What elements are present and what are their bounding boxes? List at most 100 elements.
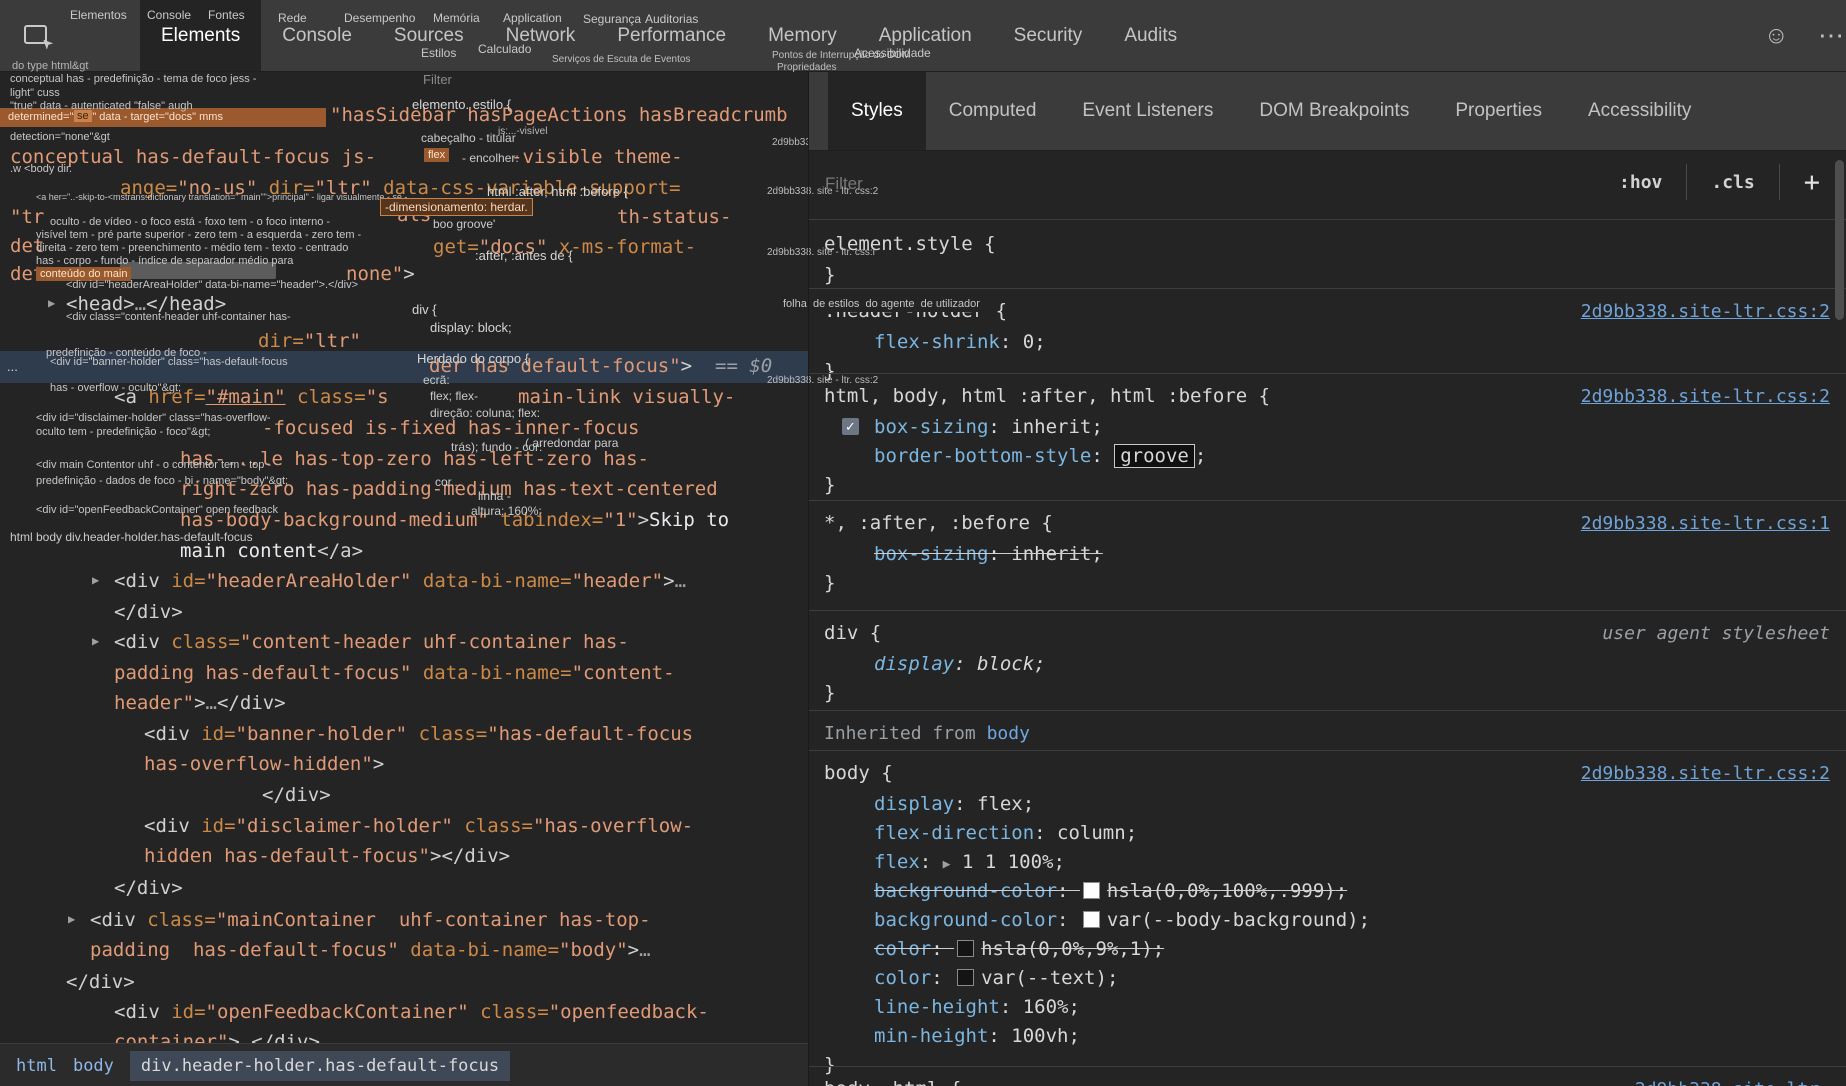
styles-filter-row: Filter :hov .cls +	[809, 150, 1846, 220]
translation-overlay-text: <div id="openFeedbackContainer" open fee…	[36, 504, 278, 516]
css-property[interactable]: min-height: 100vh;	[874, 1025, 1080, 1047]
dom-tree-node[interactable]: "hasSidebar hasPageActions hasBreadcrumb	[330, 104, 788, 126]
breadcrumb-item[interactable]: body	[73, 1056, 114, 1076]
dom-tree-node[interactable]: dir="ltr"	[258, 330, 361, 352]
styles-scrollbar[interactable]	[1835, 152, 1844, 1086]
stylesheet-link[interactable]: 2d9bb338.site-ltr.css:2	[1581, 763, 1830, 784]
translation-overlay-text: Segurança	[583, 12, 641, 26]
css-property[interactable]: flex-shrink: 0;	[874, 331, 1046, 353]
tab-dom-breakpoints[interactable]: DOM Breakpoints	[1236, 71, 1432, 150]
css-property[interactable]: box-sizing: inherit;	[874, 416, 1103, 438]
dom-tree-node[interactable]: padding has-default-focus" data-bi-name=…	[114, 662, 675, 684]
css-selector[interactable]: body {	[824, 762, 893, 784]
panel-divider[interactable]	[808, 71, 809, 1086]
stylesheet-link[interactable]: 2d9bb338.site-ltr.	[1635, 1079, 1830, 1086]
toolbar-divider	[1779, 164, 1780, 200]
dom-tree-node[interactable]: </div>	[114, 877, 183, 899]
stylesheet-link[interactable]: 2d9bb338.site-ltr.css:2	[1581, 301, 1830, 322]
dom-tree-node[interactable]: </div>	[114, 601, 183, 623]
text-segment: hidden has-default-focus"	[144, 845, 430, 867]
tab-accessibility[interactable]: Accessibility	[1565, 71, 1714, 150]
text-segment: :	[931, 938, 954, 960]
translation-overlay-text: flex; flex-	[430, 389, 478, 403]
dom-tree-node[interactable]: <div class="mainContainer uhf-container …	[90, 909, 651, 931]
translation-overlay-text: 2d9bb338. site - ltr. css:2	[767, 375, 878, 386]
dom-tree-node[interactable]: th-status-	[617, 206, 731, 228]
text-segment: ;	[1068, 1025, 1079, 1047]
translation-overlay-text: ▶	[92, 573, 99, 587]
css-property[interactable]: display: block;	[874, 653, 1046, 675]
translation-overlay-text: boo groove'	[433, 217, 495, 231]
breadcrumb-item[interactable]: html	[16, 1056, 57, 1076]
new-style-rule-button[interactable]: +	[1804, 167, 1820, 198]
dom-tree-node[interactable]: </div>	[262, 784, 331, 806]
text-segment: "ltr"	[304, 330, 361, 352]
feedback-icon[interactable]: ☺	[1764, 0, 1789, 71]
property-value-editor[interactable]: groove	[1114, 444, 1195, 468]
dom-tree-node[interactable]: main-link visually-	[518, 386, 735, 408]
breadcrumb-item[interactable]: div.header-holder.has-default-focus	[130, 1051, 510, 1081]
css-property[interactable]: flex: ▶ 1 1 100%;	[874, 851, 1065, 873]
translation-overlay-text: direção: coluna; flex:	[430, 406, 540, 420]
css-property[interactable]: display: flex;	[874, 793, 1034, 815]
dom-tree-node[interactable]: <div id="banner-holder" class="has-defau…	[144, 723, 693, 745]
dom-tree-node[interactable]: -visible theme-	[511, 146, 683, 168]
translation-overlay-text: linha -	[478, 489, 511, 503]
inherited-node-link[interactable]: body	[987, 723, 1030, 744]
text-segment: class=	[469, 1001, 549, 1023]
tab-properties[interactable]: Properties	[1432, 71, 1565, 150]
scrollbar-thumb[interactable]	[1835, 160, 1844, 320]
text-segment: background-color	[874, 909, 1057, 931]
inspect-element-button[interactable]: ➤	[22, 20, 54, 52]
dom-tree-node[interactable]: header">…</div>	[114, 692, 286, 714]
text-segment: <div	[114, 570, 171, 592]
stylesheet-link[interactable]: 2d9bb338.site-ltr.css:2	[1581, 386, 1830, 407]
breadcrumb-bar: html body div.header-holder.has-default-fo…	[0, 1043, 808, 1086]
section-separator	[809, 373, 1846, 374]
dom-tree-node[interactable]: <div id="disclaimer-holder" class="has-o…	[144, 815, 693, 837]
pseudo-class-toggle[interactable]: :hov	[1619, 172, 1662, 193]
translation-overlay-text: Serviços de Escuta de Eventos	[552, 54, 690, 65]
text-segment: }	[824, 682, 835, 704]
css-property[interactable]: line-height: 160%;	[874, 996, 1080, 1018]
css-property[interactable]: color: var(--text);	[874, 967, 1118, 989]
dom-tree-node[interactable]: has-overflow-hidden">	[144, 753, 384, 775]
text-segment: dir=	[258, 330, 304, 352]
tab-computed[interactable]: Computed	[926, 71, 1060, 150]
text-segment: class=	[453, 815, 533, 837]
property-enabled-checkbox[interactable]: ✓	[842, 418, 859, 435]
css-property[interactable]: border-bottom-style: groove;	[874, 445, 1206, 467]
dom-tree-node[interactable]: padding has-default-focus" data-bi-name=…	[90, 939, 651, 961]
css-property[interactable]: background-color: var(--body-background)…	[874, 909, 1370, 931]
css-property[interactable]: box-sizing: inherit;	[874, 543, 1103, 565]
dom-tree-node[interactable]: </div>	[66, 971, 135, 993]
css-selector[interactable]: *, :after, :before {	[824, 512, 1053, 534]
element-class-toggle[interactable]: .cls	[1711, 172, 1754, 193]
dom-tree-node[interactable]: <div id="headerAreaHolder" data-bi-name=…	[114, 570, 686, 592]
dom-tree-node[interactable]: <div class="content-header uhf-container…	[114, 631, 629, 653]
css-selector[interactable]: body, html {	[824, 1078, 961, 1086]
text-segment: has-overflow-hidden"	[144, 753, 373, 775]
text-segment: :	[931, 967, 954, 989]
text-segment: class=	[286, 386, 366, 408]
stylesheet-link[interactable]: 2d9bb338.site-ltr.css:1	[1581, 513, 1830, 534]
tab-event-listeners[interactable]: Event Listeners	[1059, 71, 1236, 150]
css-property[interactable]: background-color: hsla(0,0%,100%,.999);	[874, 880, 1347, 902]
css-property[interactable]: flex-direction: column;	[874, 822, 1137, 844]
translation-overlay-text: Application	[503, 11, 562, 25]
translation-overlay-text: display: block;	[430, 320, 512, 335]
dom-tree-node[interactable]: <div id="openFeedbackContainer" class="o…	[114, 1001, 709, 1023]
text-segment: >	[663, 570, 674, 592]
devtools-tab-security[interactable]: Security	[993, 0, 1104, 71]
translation-overlay-text: :after, :antes de {	[475, 248, 573, 263]
css-selector[interactable]: div {	[824, 622, 881, 644]
text-segment: …	[675, 570, 686, 592]
css-selector[interactable]: html, body, html :after, html :before {	[824, 385, 1270, 407]
tab-styles[interactable]: Styles	[828, 71, 926, 150]
text-segment: var(--text)	[981, 967, 1107, 989]
css-property[interactable]: color: hsla(0,0%,9%,1);	[874, 938, 1164, 960]
more-options-icon[interactable]: ⋯	[1818, 0, 1845, 71]
devtools-tab-audits[interactable]: Audits	[1103, 0, 1198, 71]
dom-tree-node[interactable]: "tr	[10, 206, 44, 228]
dom-tree-node[interactable]: hidden has-default-focus"></div>	[144, 845, 510, 867]
